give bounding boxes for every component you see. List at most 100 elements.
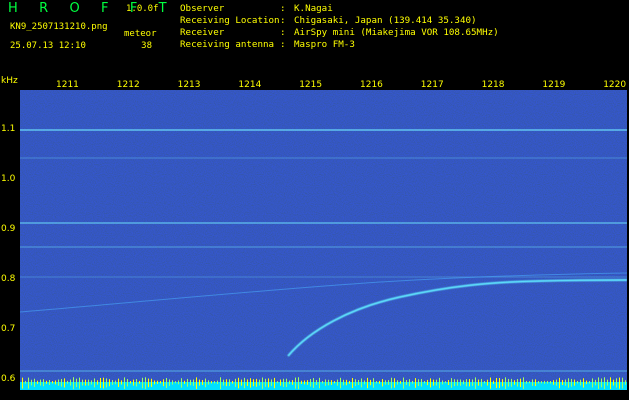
observer-value: K.Nagai	[294, 3, 333, 14]
baseline-tick	[445, 381, 446, 384]
baseline-tick	[28, 377, 29, 389]
baseline-tick	[274, 377, 275, 389]
baseline-tick	[97, 380, 98, 385]
baseline-tick	[25, 380, 26, 384]
baseline-tick	[34, 378, 35, 387]
location-row: Receiving Location : Chigasaki, Japan (1…	[180, 15, 499, 27]
baseline-tick	[298, 377, 299, 390]
baseline-tick	[289, 380, 290, 385]
baseline-tick	[106, 378, 107, 388]
baseline-tick	[175, 381, 176, 384]
baseline-tick	[244, 377, 245, 389]
baseline-tick	[481, 378, 482, 387]
y-tick-label: 0.6	[1, 374, 16, 384]
baseline-tick	[331, 380, 332, 385]
baseline-tick	[160, 381, 161, 384]
baseline-tick	[514, 380, 515, 385]
baseline-tick	[247, 379, 248, 386]
baseline-tick	[421, 378, 422, 387]
baseline-tick	[55, 380, 56, 385]
baseline-tick	[109, 379, 110, 387]
baseline-tick	[484, 381, 485, 384]
receiver-row: Receiver : AirSpy mini (Miakejima VOR 10…	[180, 27, 499, 39]
baseline-tick	[334, 381, 335, 384]
baseline-tick	[490, 377, 491, 389]
receiver-value: AirSpy mini (Miakejima VOR 108.65MHz)	[294, 27, 499, 38]
baseline-tick	[370, 379, 371, 386]
baseline-tick	[583, 378, 584, 388]
baseline-tick	[40, 379, 41, 386]
baseline-tick	[541, 381, 542, 384]
antenna-label: Receiving antenna	[180, 39, 275, 50]
baseline-tick	[523, 377, 524, 389]
baseline-tick	[610, 377, 611, 390]
x-axis-bar	[20, 76, 627, 90]
baseline-tick	[22, 377, 23, 389]
baseline-tick	[43, 379, 44, 387]
baseline-tick	[574, 379, 575, 386]
baseline-tick	[346, 379, 347, 386]
baseline-tick	[76, 378, 77, 387]
spectrogram	[20, 90, 627, 390]
baseline-tick	[337, 379, 338, 386]
baseline-tick	[253, 379, 254, 387]
observer-separator: :	[280, 3, 286, 14]
baseline-tick	[118, 378, 119, 388]
baseline-tick	[433, 379, 434, 386]
baseline-tick	[205, 378, 206, 388]
baseline-tick	[616, 378, 617, 388]
baseline-tick	[169, 379, 170, 386]
baseline-tick	[613, 379, 614, 386]
baseline-tick	[187, 378, 188, 387]
baseline-tick	[193, 379, 194, 386]
baseline-tick	[241, 379, 242, 386]
baseline-tick	[598, 377, 599, 389]
baseline-tick	[496, 378, 497, 388]
x-tick-label: 1214	[238, 80, 262, 90]
baseline-tick	[367, 377, 368, 389]
baseline-tick	[517, 379, 518, 387]
baseline-tick	[61, 378, 62, 387]
baseline-tick	[562, 379, 563, 386]
baseline-tick	[271, 379, 272, 386]
baseline-tick	[427, 379, 428, 386]
baseline-tick	[568, 378, 569, 388]
baseline-tick	[52, 381, 53, 384]
baseline-tick	[472, 379, 473, 386]
baseline-tick	[145, 377, 146, 390]
baseline-tick	[37, 380, 38, 384]
location-label: Receiving Location	[180, 15, 280, 26]
baseline-tick	[502, 379, 503, 387]
baseline-tick	[196, 377, 197, 389]
baseline-tick	[286, 378, 287, 387]
baseline-tick	[202, 380, 203, 385]
baseline-tick	[442, 380, 443, 385]
baseline-tick	[625, 380, 626, 385]
baseline-tick	[136, 379, 137, 387]
baseline-tick	[154, 380, 155, 385]
y-tick-label: 0.8	[1, 274, 16, 284]
baseline-tick	[349, 380, 350, 384]
baseline-tick	[283, 378, 284, 387]
baseline-tick	[220, 377, 221, 390]
metadata-block: Observer : K.Nagai Receiving Location : …	[180, 3, 499, 51]
x-tick-label: 1218	[481, 80, 505, 90]
baseline-tick	[166, 378, 167, 388]
baseline-tick	[139, 380, 140, 384]
x-tick-label: 1212	[116, 80, 140, 90]
baseline-tick	[379, 380, 380, 384]
baseline-tick	[511, 378, 512, 387]
baseline-tick	[277, 381, 278, 384]
baseline-tick	[121, 380, 122, 385]
baseline-tick	[304, 380, 305, 385]
meteor-count: 38	[141, 41, 152, 51]
baseline-tick	[199, 379, 200, 386]
baseline-tick	[184, 380, 185, 384]
baseline-tick	[259, 379, 260, 386]
baseline-tick	[142, 377, 143, 389]
x-tick-label: 1215	[299, 80, 323, 90]
y-tick-label: 1.1	[1, 124, 16, 134]
baseline-tick	[604, 377, 605, 390]
baseline-tick	[448, 380, 449, 385]
baseline-tick	[301, 380, 302, 385]
